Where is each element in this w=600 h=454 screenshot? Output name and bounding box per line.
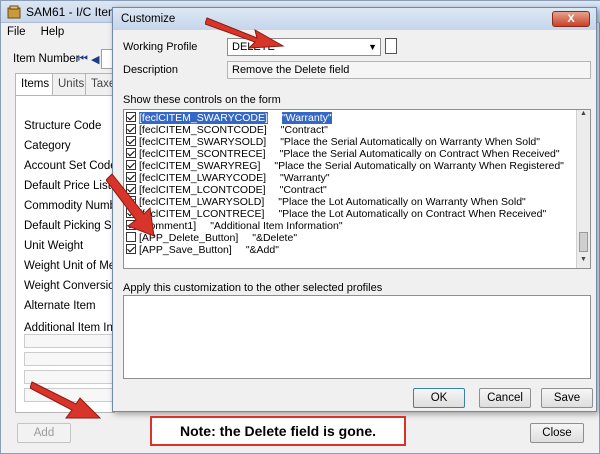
list-item[interactable]: [feclCITEM_SWARYCODE] "Warranty" (126, 112, 332, 124)
annotation-note: Note: the Delete field is gone. (150, 416, 406, 446)
dialog-title: Customize (121, 13, 176, 25)
show-controls-label: Show these controls on the form (123, 94, 281, 106)
field-label: Unit Weight (24, 240, 84, 252)
app-icon (7, 5, 21, 19)
add-button[interactable]: Add (17, 423, 71, 443)
list-item[interactable]: [feclCITEM_SCONTRECE] "Place the Serial A… (126, 148, 560, 160)
dialog-title-bar: Customize X (113, 8, 596, 30)
field-label: Account Set Code (24, 160, 117, 172)
items-tab-panel: Structure Code Category Account Set Code… (15, 95, 161, 413)
cancel-button[interactable]: Cancel (479, 388, 531, 408)
profiles-list[interactable] (123, 295, 591, 379)
customize-dialog: Customize X Working Profile DELETE ▼ Des… (112, 7, 597, 412)
previous-record-icon[interactable]: ◀ (91, 53, 99, 66)
working-profile-label: Working Profile (123, 41, 198, 53)
dialog-close-icon[interactable]: X (552, 11, 590, 27)
checkbox[interactable] (126, 124, 136, 134)
field-label: Structure Code (24, 120, 102, 132)
arrow-to-add-button-icon (30, 381, 102, 419)
checkbox[interactable] (126, 136, 136, 146)
controls-list[interactable]: [feclCITEM_SWARYCODE] "Warranty" [feclCIT… (123, 109, 591, 269)
description-field[interactable]: Remove the Delete field (227, 61, 591, 79)
apply-label: Apply this customization to the other se… (123, 282, 383, 294)
menu-help[interactable]: Help (35, 24, 71, 40)
item-number-label: Item Number (13, 53, 80, 65)
description-label: Description (123, 64, 179, 76)
window-title: SAM61 - I/C Items (26, 5, 125, 19)
field-label: Alternate Item (24, 300, 96, 312)
checkbox[interactable] (126, 112, 136, 122)
close-button[interactable]: Close (530, 423, 584, 443)
list-item[interactable]: [feclCITEM_SWARYSOLD] "Place the Serial A… (126, 136, 540, 148)
first-record-icon[interactable]: ⏮ (78, 53, 88, 66)
save-button[interactable]: Save (541, 388, 593, 408)
scroll-up-icon[interactable]: ▲ (577, 110, 590, 122)
scroll-thumb[interactable] (579, 232, 588, 252)
field-label: Category (24, 140, 71, 152)
arrow-to-delete-button-icon (106, 173, 155, 237)
chevron-down-icon[interactable]: ▼ (368, 39, 377, 55)
new-profile-icon[interactable] (385, 38, 397, 54)
scroll-down-icon[interactable]: ▼ (577, 256, 590, 268)
checkbox[interactable] (126, 244, 136, 254)
list-item[interactable]: [feclCITEM_SCONTCODE] "Contract" (126, 124, 328, 136)
list-item[interactable]: [feclCITEM_LWARYSOLD] "Place the Lot Auto… (126, 196, 526, 208)
checkbox[interactable] (126, 160, 136, 170)
ok-button[interactable]: OK (413, 388, 465, 408)
arrow-to-working-profile-icon (205, 17, 285, 49)
list-item[interactable]: [APP_Save_Button] "&Add" (126, 244, 279, 256)
field-label: Default Price List (24, 180, 111, 192)
tab-items[interactable]: Items (15, 73, 56, 96)
menu-file[interactable]: File (1, 24, 32, 40)
list-item[interactable]: [feclCITEM_SWARYREG] "Place the Serial Au… (126, 160, 564, 172)
list-item[interactable]: [feclCITEM_LCONTRECE] "Place the Lot Auto… (126, 208, 546, 220)
checkbox[interactable] (126, 148, 136, 158)
list-scrollbar[interactable]: ▲ ▼ (576, 110, 590, 268)
